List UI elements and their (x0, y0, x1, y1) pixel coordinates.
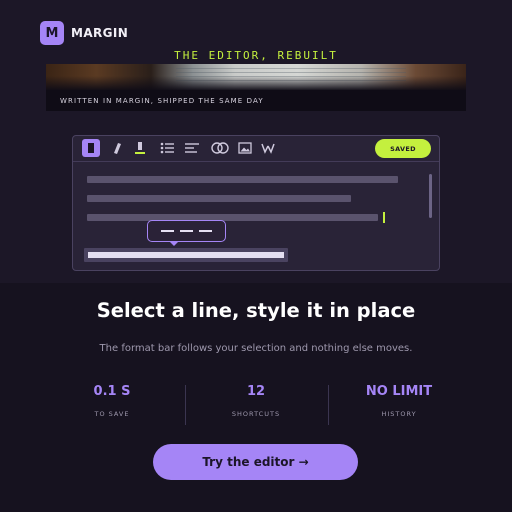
format-bubble[interactable] (147, 220, 226, 242)
align-left-icon[interactable] (183, 139, 201, 157)
brand[interactable]: M MARGIN (40, 21, 128, 45)
format-option[interactable] (199, 230, 212, 232)
wave-icon[interactable] (259, 139, 277, 157)
stat-label: HISTORY (381, 410, 417, 418)
saved-badge: SAVED (375, 139, 431, 158)
hero-photo-image (46, 64, 466, 90)
hero-photo: WRITTEN IN MARGIN, SHIPPED THE SAME DAY (46, 64, 466, 111)
brand-name: MARGIN (71, 26, 129, 40)
format-option[interactable] (161, 230, 174, 232)
page-headline: Select a line, style it in place (96, 299, 416, 322)
format-bubble-pointer (169, 241, 179, 246)
text-line[interactable] (87, 176, 398, 183)
stat-history: NO LIMIT HISTORY (329, 384, 469, 418)
stat-label: SHORTCUTS (231, 410, 281, 418)
format-option[interactable] (180, 230, 193, 232)
text-caret (383, 212, 385, 223)
stat-label: TO SAVE (94, 410, 130, 418)
image-icon[interactable] (236, 139, 254, 157)
stat-shortcuts: 12 SHORTCUTS (186, 384, 326, 418)
editor-mockup: SAVED (72, 135, 440, 271)
editor-scrollbar[interactable] (429, 174, 432, 218)
stat-value: 12 (246, 384, 266, 399)
hero-eyebrow: THE EDITOR, REBUILT (174, 49, 338, 62)
text-line[interactable] (87, 195, 351, 202)
text-line[interactable] (87, 214, 378, 221)
editor-toolbar: SAVED (73, 136, 439, 162)
block-icon[interactable] (82, 139, 100, 157)
brand-logo: M (40, 21, 64, 45)
page-subtext: The format bar follows your selection an… (99, 343, 413, 354)
stat-value: 0.1 S (93, 384, 131, 399)
selected-line[interactable] (84, 248, 288, 262)
hero-photo-caption: WRITTEN IN MARGIN, SHIPPED THE SAME DAY (60, 97, 264, 105)
text-color-icon[interactable] (131, 139, 149, 157)
try-editor-button[interactable]: Try the editor → (153, 444, 358, 480)
stat-value: NO LIMIT (365, 384, 433, 399)
bullet-list-icon[interactable] (158, 139, 176, 157)
stat-save-time: 0.1 S TO SAVE (42, 384, 182, 418)
pen-icon[interactable] (108, 139, 126, 157)
link-icon[interactable] (209, 139, 231, 157)
